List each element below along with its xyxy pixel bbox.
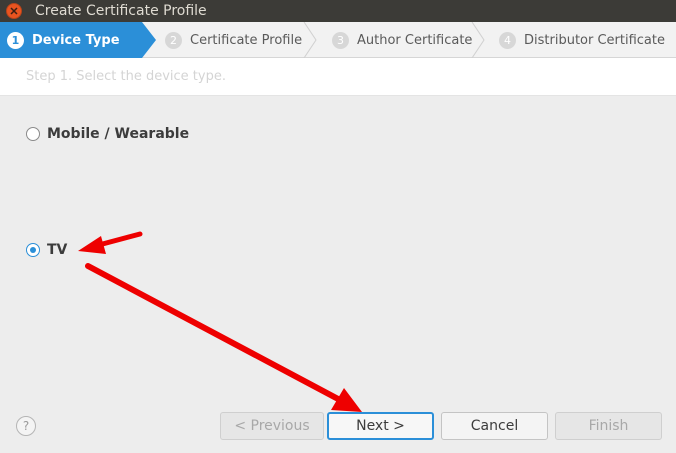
step-label: Device Type <box>32 32 120 48</box>
wizard-steps: 1 Device Type 2 Certificate Profile 3 Au… <box>0 22 676 58</box>
step-number: 2 <box>165 31 182 49</box>
previous-button[interactable]: < Previous <box>220 412 324 440</box>
arrow-annotation <box>85 263 362 412</box>
radio-button[interactable] <box>26 127 40 141</box>
option-label: TV <box>47 242 68 258</box>
close-icon[interactable] <box>6 3 22 19</box>
step-device-type: 1 Device Type <box>7 22 120 58</box>
option-label: Mobile / Wearable <box>47 126 190 142</box>
step-number: 1 <box>7 31 24 49</box>
option-mobile-wearable[interactable]: Mobile / Wearable <box>26 126 189 142</box>
window-title: Create Certificate Profile <box>35 3 207 19</box>
next-button[interactable]: Next > <box>327 412 434 440</box>
step-separator <box>303 22 317 58</box>
step-distributor-certificate: 4 Distributor Certificate <box>499 22 665 58</box>
radio-button[interactable] <box>26 243 40 257</box>
arrow-annotation <box>78 231 143 254</box>
step-separator <box>471 22 485 58</box>
option-tv[interactable]: TV <box>26 242 67 258</box>
step-certificate-profile: 2 Certificate Profile <box>165 22 302 58</box>
window-titlebar: Create Certificate Profile <box>0 0 676 22</box>
cancel-button[interactable]: Cancel <box>441 412 548 440</box>
step-label: Distributor Certificate <box>524 32 665 48</box>
finish-button[interactable]: Finish <box>555 412 662 440</box>
step-number: 4 <box>499 31 516 49</box>
step-number: 3 <box>332 31 349 49</box>
help-icon[interactable]: ? <box>16 416 36 436</box>
step-instruction: Step 1. Select the device type. <box>0 58 676 96</box>
step-label: Certificate Profile <box>190 32 303 48</box>
step-label: Author Certificate <box>357 32 473 48</box>
step-author-certificate: 3 Author Certificate <box>332 22 472 58</box>
